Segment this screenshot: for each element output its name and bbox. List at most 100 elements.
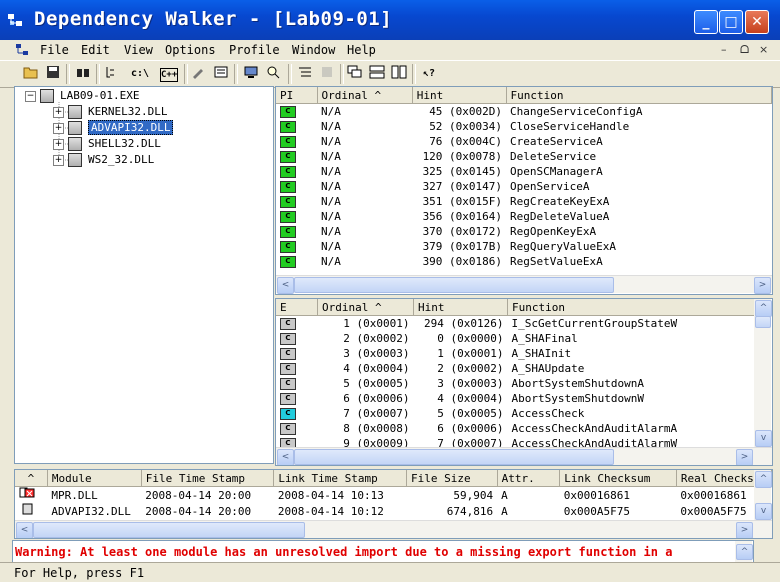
log-pane[interactable]: Warning: At least one module has an unre…: [12, 540, 754, 563]
mdi-close-button[interactable]: ×: [759, 43, 768, 56]
col-sort[interactable]: ^: [15, 470, 48, 487]
modules-hscroll[interactable]: < >: [15, 520, 772, 538]
col-attr[interactable]: Attr.: [497, 470, 561, 487]
scroll-right-icon[interactable]: >: [736, 522, 753, 538]
c-root-icon[interactable]: c:\: [131, 65, 149, 83]
export-row[interactable]: C 6 (0x0006) 4 (0x0004) AbortSystemShutdown…: [276, 391, 757, 406]
exports-vscroll[interactable]: ^ v: [754, 299, 772, 447]
scroll-right-icon[interactable]: >: [736, 449, 753, 465]
collapse-toggle-icon[interactable]: −: [25, 90, 36, 102]
tree-item-root[interactable]: − LAB09-01.EXE: [25, 88, 139, 104]
import-row[interactable]: C N/A 52 (0x0034) CloseServiceHandle: [276, 119, 772, 134]
cascade-icon[interactable]: [346, 65, 364, 83]
export-row[interactable]: C 4 (0x0004) 2 (0x0002) A_SHAUpdate: [276, 361, 757, 376]
scroll-up-icon[interactable]: ^: [755, 471, 772, 488]
scroll-up-icon[interactable]: ^: [736, 544, 753, 560]
export-row[interactable]: C 8 (0x0008) 6 (0x0006) AccessCheckAndAudit…: [276, 421, 757, 436]
col-hint[interactable]: Hint: [412, 87, 507, 104]
expand-toggle-icon[interactable]: +: [53, 138, 64, 150]
import-row[interactable]: C N/A 325 (0x0145) OpenSCManagerA: [276, 164, 772, 179]
modules-pane[interactable]: ^ Module File Time Stamp Link Time Stamp…: [14, 469, 773, 539]
system-info-icon[interactable]: [242, 65, 260, 83]
scroll-down-icon[interactable]: v: [755, 503, 772, 520]
properties-icon[interactable]: [212, 65, 230, 83]
log-vscroll[interactable]: ^: [735, 541, 753, 562]
app-icon[interactable]: [8, 12, 26, 28]
col-file-time-stamp[interactable]: File Time Stamp: [141, 470, 275, 487]
import-row[interactable]: C N/A 327 (0x0147) OpenServiceA: [276, 179, 772, 194]
import-row[interactable]: C N/A 356 (0x0164) RegDeleteValueA: [276, 209, 772, 224]
mdi-minimize-button[interactable]: –: [721, 43, 727, 56]
exports-pane[interactable]: E Ordinal ^ Hint Function C 1 (0x0001) 294…: [275, 298, 773, 466]
maximize-button[interactable]: □: [719, 10, 743, 34]
full-paths-icon[interactable]: [104, 65, 122, 83]
col-file-size[interactable]: File Size: [406, 470, 498, 487]
help-icon[interactable]: ↖?: [420, 65, 438, 83]
import-row[interactable]: C N/A 45 (0x002D) ChangeServiceConfigA: [276, 104, 772, 120]
modules-vscroll[interactable]: ^ v: [754, 470, 772, 520]
import-row[interactable]: C N/A 76 (0x004C) CreateServiceA: [276, 134, 772, 149]
module-tree-pane[interactable]: − LAB09-01.EXE + KERNEL32.DLL + ADVAPI32.DL…: [14, 86, 274, 464]
imports-pane[interactable]: PI Ordinal ^ Hint Function C N/A 45 (0x002…: [275, 86, 773, 295]
find-icon[interactable]: [74, 65, 92, 83]
export-row[interactable]: C 2 (0x0002) 0 (0x0000) A_SHAFinal: [276, 331, 757, 346]
menu-window[interactable]: Window: [292, 43, 335, 57]
import-row[interactable]: C N/A 120 (0x0078) DeleteService: [276, 149, 772, 164]
import-row[interactable]: C N/A 390 (0x0186) RegSetValueExA: [276, 254, 772, 269]
expand-toggle-icon[interactable]: +: [53, 106, 64, 118]
col-link-checksum[interactable]: Link Checksum: [559, 470, 677, 487]
tree-item-ws2-32[interactable]: + WS2_32.DLL: [53, 152, 154, 168]
col-hint[interactable]: Hint: [413, 299, 508, 316]
menu-help[interactable]: Help: [347, 43, 376, 57]
scroll-left-icon[interactable]: <: [277, 277, 294, 294]
collapse-icon[interactable]: [318, 65, 336, 83]
menu-profile[interactable]: Profile: [229, 43, 280, 57]
scroll-up-icon[interactable]: ^: [755, 300, 772, 317]
close-button[interactable]: ✕: [745, 10, 769, 34]
export-row[interactable]: C 7 (0x0007) 5 (0x0005) AccessCheck: [276, 406, 757, 421]
scroll-left-icon[interactable]: <: [16, 522, 33, 538]
import-row[interactable]: C N/A 351 (0x015F) RegCreateKeyExA: [276, 194, 772, 209]
export-row[interactable]: C 5 (0x0005) 3 (0x0003) AbortSystemShutdown…: [276, 376, 757, 391]
col-link-time-stamp[interactable]: Link Time Stamp: [273, 470, 408, 487]
module-row[interactable]: MPR.DLL 2008-04-14 20:00 2008-04-14 10:1…: [15, 487, 772, 504]
scroll-thumb[interactable]: [755, 316, 771, 328]
expand-toggle-icon[interactable]: +: [53, 154, 64, 166]
module-row[interactable]: ADVAPI32.DLL 2008-04-14 20:00 2008-04-14…: [15, 503, 772, 519]
col-e[interactable]: E: [276, 299, 318, 316]
minimize-button[interactable]: _: [694, 10, 718, 34]
tile-horizontal-icon[interactable]: [368, 65, 386, 83]
col-module[interactable]: Module: [47, 470, 142, 487]
export-row[interactable]: C 3 (0x0003) 1 (0x0001) A_SHAInit: [276, 346, 757, 361]
col-pi[interactable]: PI: [276, 87, 318, 104]
tile-vertical-icon[interactable]: [390, 65, 408, 83]
scroll-thumb[interactable]: [294, 277, 614, 293]
col-ordinal[interactable]: Ordinal ^: [317, 87, 413, 104]
imports-hscroll[interactable]: < >: [276, 275, 772, 294]
col-ordinal[interactable]: Ordinal ^: [317, 299, 414, 316]
document-icon[interactable]: [16, 43, 32, 60]
tree-item-kernel32[interactable]: + KERNEL32.DLL: [53, 104, 167, 120]
export-row[interactable]: C 1 (0x0001) 294 (0x0126) I_ScGetCurrentGro…: [276, 316, 757, 332]
scroll-thumb[interactable]: [33, 522, 305, 538]
title-bar[interactable]: Dependency Walker - [Lab09-01] _ □ ✕: [0, 0, 780, 40]
exports-hscroll[interactable]: < >: [276, 447, 772, 465]
tree-item-advapi32[interactable]: + ADVAPI32.DLL: [53, 120, 174, 136]
open-icon[interactable]: [22, 65, 40, 83]
scroll-left-icon[interactable]: <: [277, 449, 294, 465]
import-row[interactable]: C N/A 379 (0x017B) RegQueryValueExA: [276, 239, 772, 254]
save-icon[interactable]: [44, 65, 62, 83]
tree-item-shell32[interactable]: + SHELL32.DLL: [53, 136, 161, 152]
col-function[interactable]: Function: [507, 299, 757, 316]
expand-toggle-icon[interactable]: +: [53, 122, 64, 134]
cpp-undecorate-icon[interactable]: C++: [160, 68, 178, 82]
edit-icon[interactable]: [190, 65, 208, 83]
menu-file[interactable]: File: [40, 43, 69, 57]
scroll-down-icon[interactable]: v: [755, 430, 772, 447]
mdi-restore-button[interactable]: ᗝ: [740, 43, 749, 57]
scroll-right-icon[interactable]: >: [754, 277, 771, 294]
menu-options[interactable]: Options: [165, 43, 216, 57]
menu-edit[interactable]: Edit: [81, 43, 110, 57]
view-module-icon[interactable]: [264, 65, 282, 83]
scroll-thumb[interactable]: [294, 449, 614, 465]
